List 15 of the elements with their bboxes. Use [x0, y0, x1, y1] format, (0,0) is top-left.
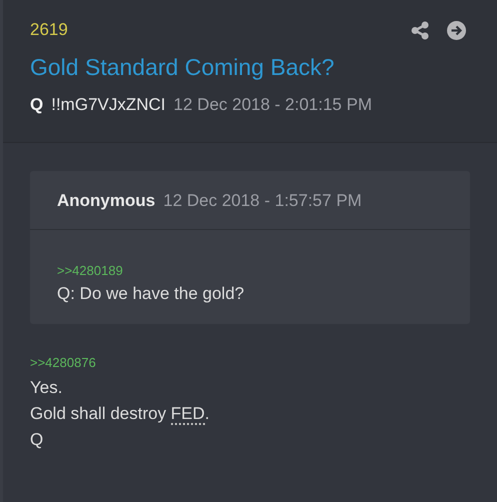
post-text: Q: Do we have the gold? — [57, 284, 246, 304]
tripcode: !!mG7VJxZNCI — [51, 95, 166, 115]
timestamp: 12 Dec 2018 - 1:57:57 PM — [163, 191, 362, 211]
post-reference-link[interactable]: >>4280189 — [57, 263, 123, 278]
share-icon[interactable] — [411, 20, 429, 40]
post-text: Yes. — [30, 378, 64, 398]
post-text: Q — [30, 430, 44, 450]
arrow-circle-icon[interactable] — [447, 20, 466, 40]
author-name: Q — [30, 95, 44, 115]
post-reference-link[interactable]: >>4280876 — [30, 355, 96, 370]
timestamp: 12 Dec 2018 - 2:01:15 PM — [174, 95, 372, 115]
post-number: 2619 — [30, 20, 68, 40]
author-name: Anonymous — [57, 191, 156, 211]
post-title[interactable]: Gold Standard Coming Back? — [30, 54, 334, 81]
post-text: Gold shall destroy FED. — [30, 404, 211, 424]
